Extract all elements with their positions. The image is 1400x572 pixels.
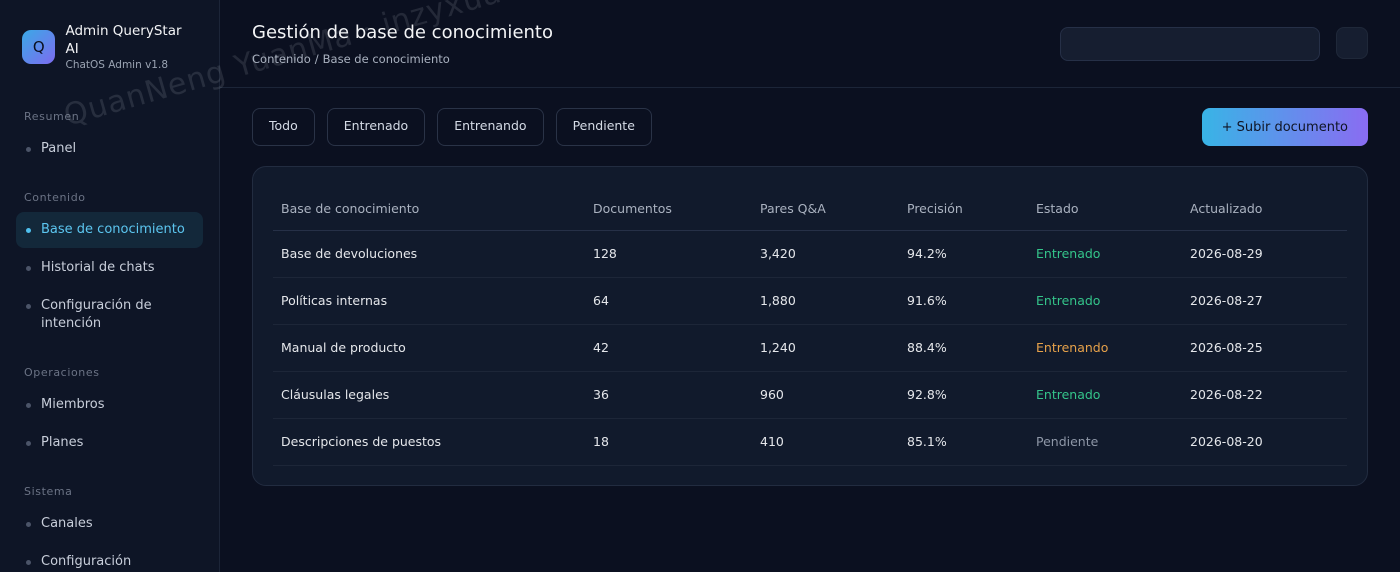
brand-text: Admin QueryStar AI ChatOS Admin v1.8 [65, 22, 197, 72]
table-row[interactable]: Políticas internas 64 1,880 91.6% Entren… [273, 277, 1347, 325]
cell-documents: 128 [585, 230, 752, 278]
cell-status: Entrenado [1028, 230, 1182, 278]
sidebar-item-knowledge-base[interactable]: Base de conocimiento [16, 212, 203, 248]
column-header-precision[interactable]: Precisión [899, 187, 1028, 231]
breadcrumb-parent[interactable]: Contenido [252, 52, 311, 66]
cell-updated: 2026-08-20 [1182, 418, 1347, 466]
bullet-icon [26, 521, 31, 527]
section-label-operaciones: Operaciones [24, 366, 100, 379]
cell-updated: 2026-08-25 [1182, 324, 1347, 372]
cell-status: Entrenado [1028, 371, 1182, 419]
sidebar-item-label: Panel [41, 141, 77, 156]
knowledge-base-table-card: Base de conocimiento Documentos Pares Q&… [252, 166, 1368, 486]
table-header-row: Base de conocimiento Documentos Pares Q&… [273, 187, 1347, 231]
cell-precision: 92.8% [899, 371, 1028, 419]
column-header-name[interactable]: Base de conocimiento [273, 187, 585, 231]
column-header-status[interactable]: Estado [1028, 187, 1182, 231]
sidebar-item-panel[interactable]: Panel [16, 131, 203, 167]
cell-precision: 85.1% [899, 418, 1028, 466]
cell-qa-pairs: 410 [752, 418, 899, 466]
bullet-icon [26, 402, 31, 408]
bullet-icon [26, 559, 31, 565]
sidebar-item-label: Configuración [41, 554, 132, 569]
sidebar-item-label: Configuración de intención [41, 298, 152, 331]
cell-qa-pairs: 960 [752, 371, 899, 419]
cell-documents: 36 [585, 371, 752, 419]
cell-name: Base de devoluciones [273, 230, 585, 278]
column-header-qa-pairs[interactable]: Pares Q&A [752, 187, 899, 231]
cell-status: Pendiente [1028, 418, 1182, 466]
cell-qa-pairs: 1,240 [752, 324, 899, 372]
sidebar-item-label: Base de conocimiento [41, 222, 185, 237]
column-header-documents[interactable]: Documentos [585, 187, 752, 231]
sidebar-item-chat-history[interactable]: Historial de chats [16, 250, 203, 286]
search-input[interactable] [1060, 27, 1320, 61]
sidebar-item-label: Historial de chats [41, 260, 155, 275]
filter-training-button[interactable]: Entrenando [437, 108, 544, 146]
bullet-icon [26, 227, 31, 233]
cell-name: Descripciones de puestos [273, 418, 585, 466]
sidebar-item-channels[interactable]: Canales [16, 506, 203, 542]
filter-trained-button[interactable]: Entrenado [326, 108, 426, 146]
cell-qa-pairs: 3,420 [752, 230, 899, 278]
cell-documents: 64 [585, 277, 752, 325]
breadcrumb-separator: / [314, 52, 319, 66]
cell-precision: 91.6% [899, 277, 1028, 325]
sidebar-item-label: Canales [41, 516, 93, 531]
brand-logo: Q [22, 30, 56, 64]
brand: Q Admin QueryStar AI ChatOS Admin v1.8 [16, 20, 203, 74]
sidebar-item-plans[interactable]: Planes [16, 425, 203, 461]
filter-all-button[interactable]: Todo [252, 108, 315, 146]
section-label-resumen: Resumen [24, 110, 80, 123]
bullet-icon [26, 146, 31, 152]
header-action-button[interactable] [1336, 27, 1368, 59]
cell-name: Manual de producto [273, 324, 585, 372]
breadcrumb-current: Base de conocimiento [322, 52, 450, 66]
main-content: Gestión de base de conocimiento Contenid… [220, 0, 1400, 572]
sidebar-item-label: Planes [41, 435, 84, 450]
section-label-contenido: Contenido [24, 191, 86, 204]
filter-pending-button[interactable]: Pendiente [555, 108, 652, 146]
brand-name: Admin QueryStar AI [65, 23, 182, 57]
sidebar-item-label: Miembros [41, 397, 105, 412]
cell-documents: 18 [585, 418, 752, 466]
cell-qa-pairs: 1,880 [752, 277, 899, 325]
sidebar: Q Admin QueryStar AI ChatOS Admin v1.8 R… [0, 0, 220, 572]
cell-updated: 2026-08-29 [1182, 230, 1347, 278]
cell-status: Entrenando [1028, 324, 1182, 372]
sidebar-item-intent-config[interactable]: Configuración de intención [16, 288, 203, 342]
table-row[interactable]: Descripciones de puestos 18 410 85.1% Pe… [273, 418, 1347, 466]
cell-precision: 94.2% [899, 230, 1028, 278]
section-label-sistema: Sistema [24, 485, 73, 498]
bullet-icon [26, 304, 31, 309]
table-row[interactable]: Cláusulas legales 36 960 92.8% Entrenado… [273, 371, 1347, 419]
cell-updated: 2026-08-27 [1182, 277, 1347, 325]
toolbar: Todo Entrenado Entrenando Pendiente + Su… [220, 88, 1400, 166]
cell-status: Entrenado [1028, 277, 1182, 325]
column-header-updated[interactable]: Actualizado [1182, 187, 1347, 231]
upload-document-button[interactable]: + Subir documento [1201, 108, 1368, 146]
cell-name: Políticas internas [273, 277, 585, 325]
cell-updated: 2026-08-22 [1182, 371, 1347, 419]
sidebar-item-members[interactable]: Miembros [16, 387, 203, 423]
bullet-icon [26, 440, 31, 446]
knowledge-base-table: Base de conocimiento Documentos Pares Q&… [273, 187, 1347, 466]
cell-documents: 42 [585, 324, 752, 372]
table-row[interactable]: Base de devoluciones 128 3,420 94.2% Ent… [273, 230, 1347, 278]
page-header: Gestión de base de conocimiento Contenid… [220, 0, 1400, 88]
brand-version: ChatOS Admin v1.8 [65, 59, 169, 71]
bullet-icon [26, 265, 31, 271]
table-row[interactable]: Manual de producto 42 1,240 88.4% Entren… [273, 324, 1347, 372]
cell-name: Cláusulas legales [273, 371, 585, 419]
cell-precision: 88.4% [899, 324, 1028, 372]
app-root: Q Admin QueryStar AI ChatOS Admin v1.8 R… [0, 0, 1400, 572]
sidebar-item-settings[interactable]: Configuración [16, 544, 203, 572]
